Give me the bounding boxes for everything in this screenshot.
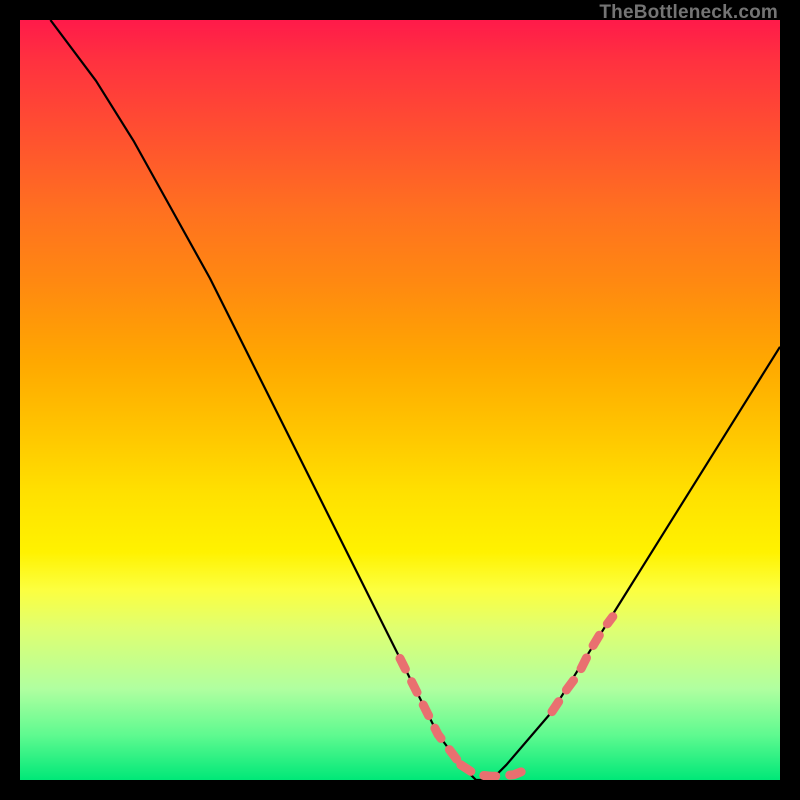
watermark-text: TheBottleneck.com [599,2,778,24]
chart-container: TheBottleneck.com [0,0,800,800]
series-primary-curve [50,20,780,780]
plot-area [20,20,780,780]
series-marker-band-bottom [461,765,529,776]
chart-curves [20,20,780,780]
